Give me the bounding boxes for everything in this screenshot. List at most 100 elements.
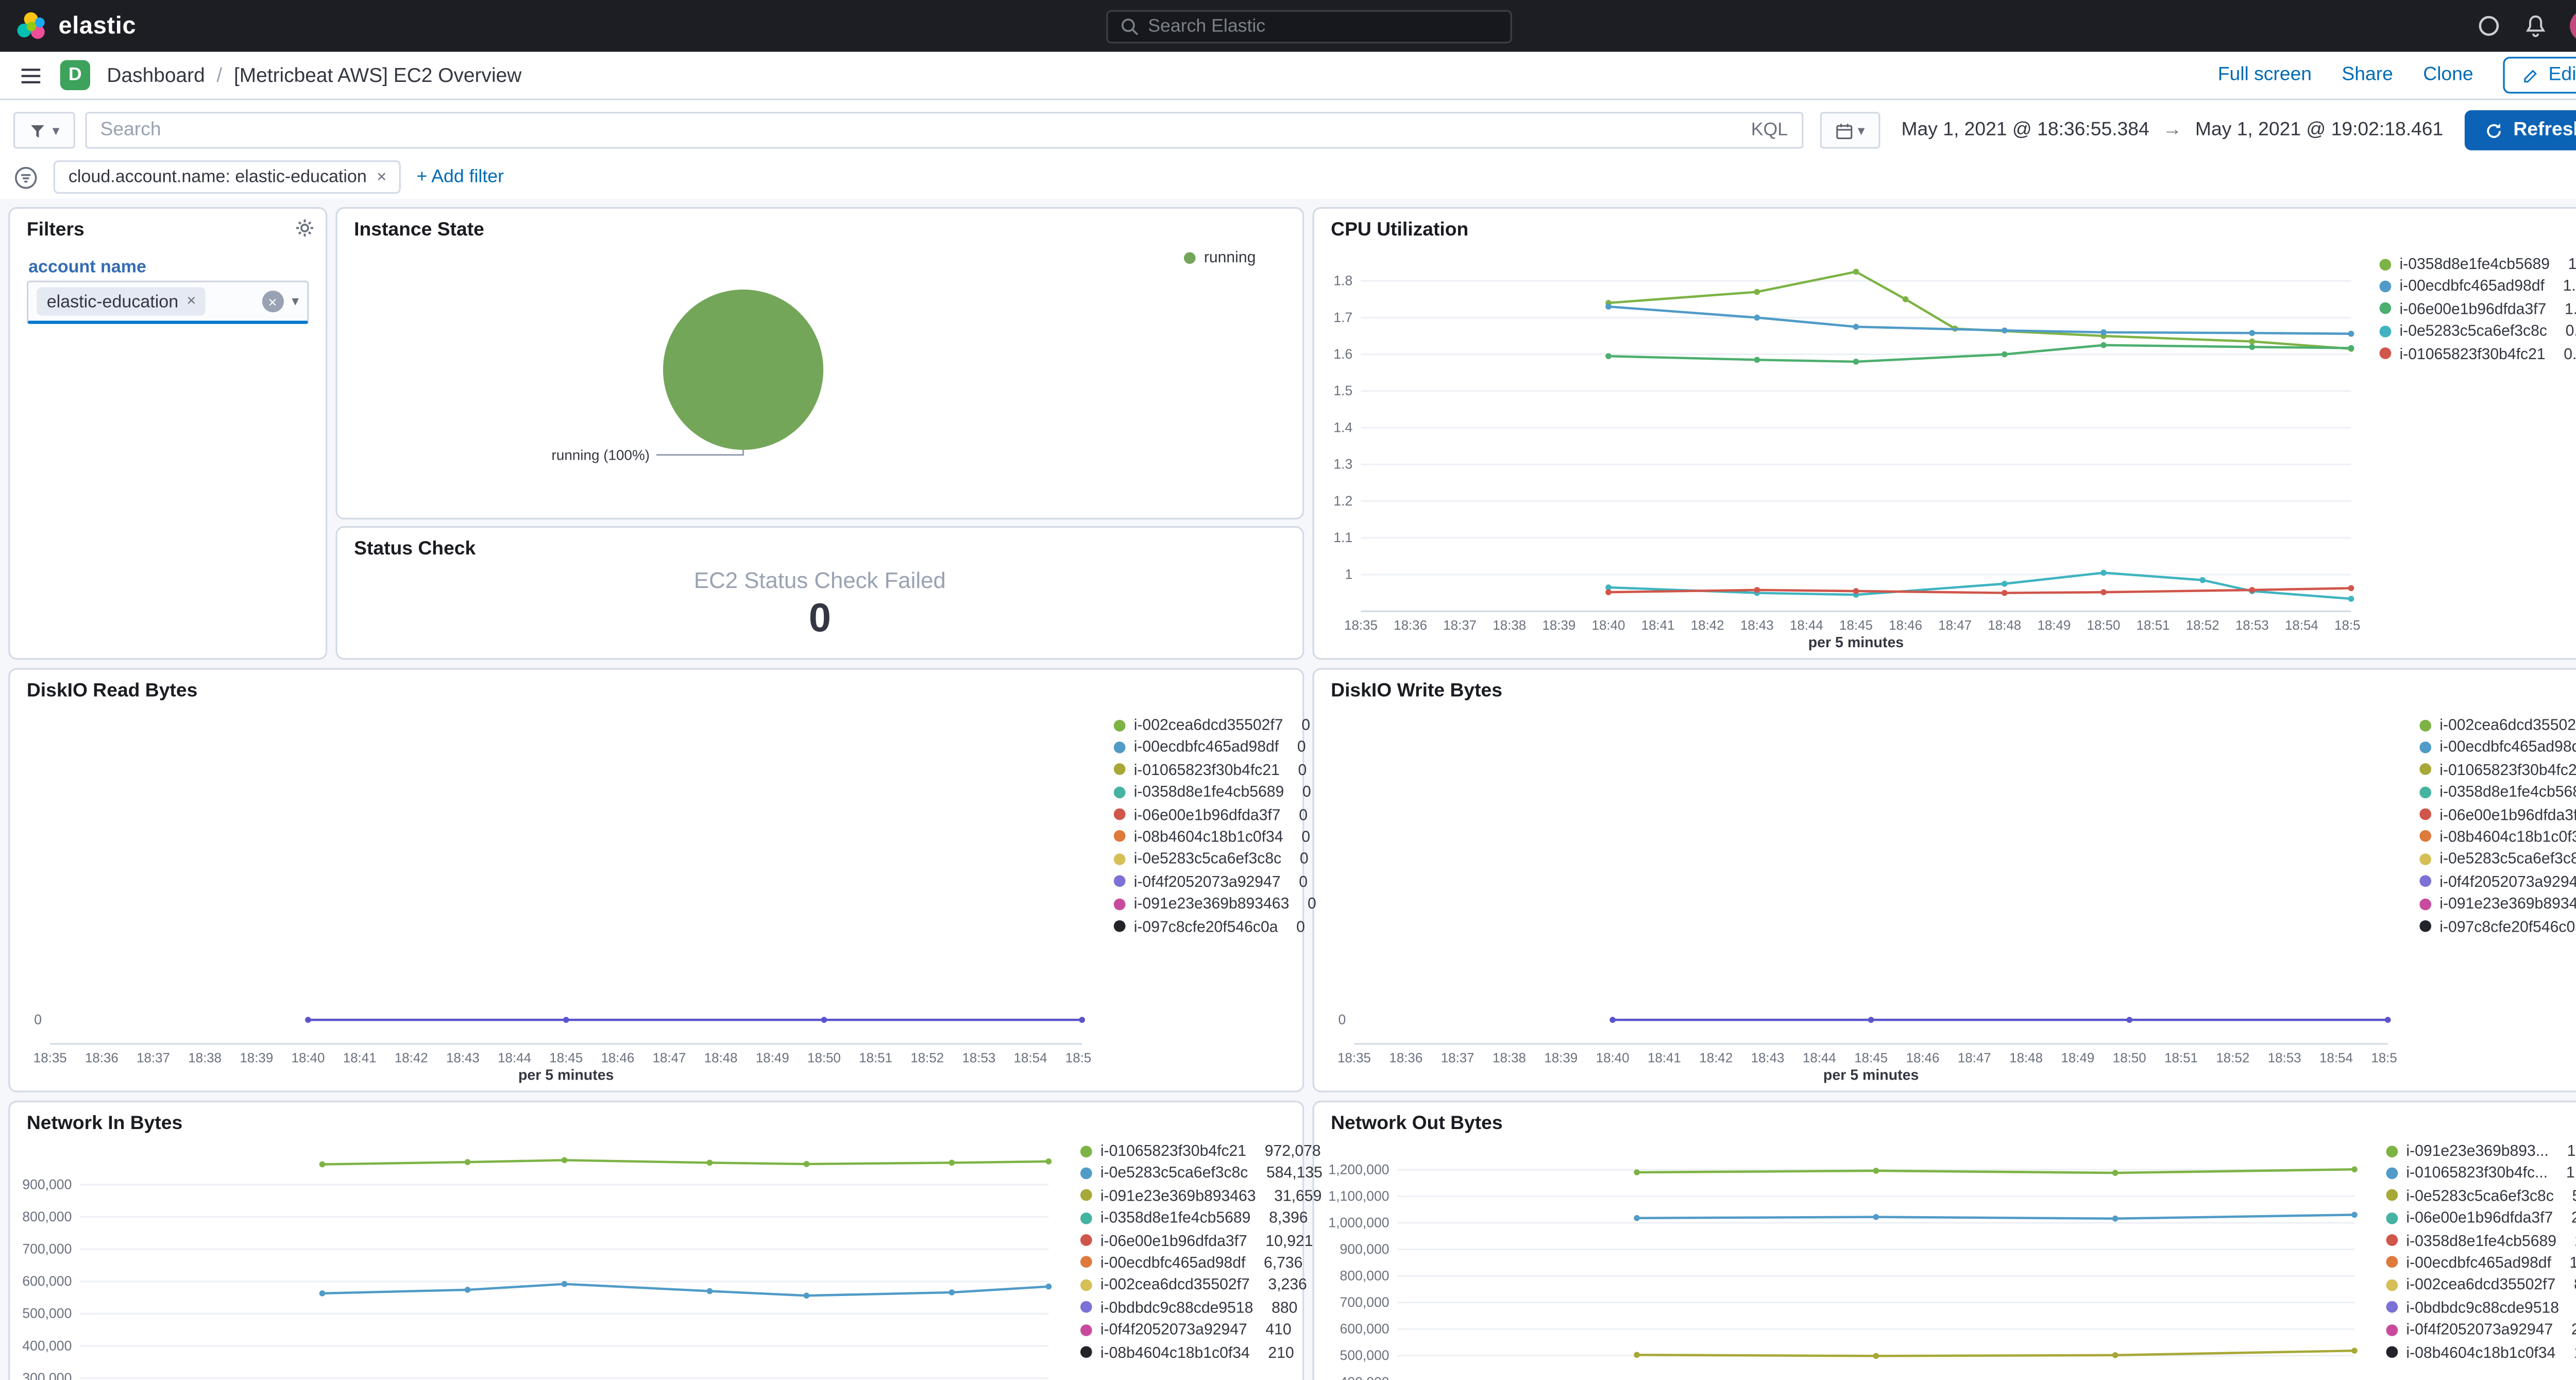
- legend-color-dot: [2379, 302, 2392, 315]
- svg-text:18:48: 18:48: [1988, 618, 2021, 633]
- legend-item[interactable]: i-097c8cfe20f546c0a0: [2419, 918, 2576, 934]
- deployment-icon[interactable]: [2477, 13, 2502, 39]
- app-header-bar: D Dashboard / [Metricbeat AWS] EC2 Overv…: [0, 52, 2576, 100]
- legend-item[interactable]: i-08b4604c18b1c0f340: [2419, 828, 2576, 845]
- saved-query-menu-button[interactable]: ▾: [13, 112, 75, 149]
- legend-item[interactable]: i-0f4f2052073a929470: [2419, 873, 2576, 890]
- cpu-utilization-chart[interactable]: 1 1.1 1.2 1.3 1.4 1.5 1.6 1.7 1.8 18:35 18:36 18:37…: [1317, 249, 2361, 655]
- legend-item[interactable]: i-01065823f30b4fc... 1,030,384: [2386, 1165, 2576, 1182]
- legend-item[interactable]: i-06e00e1b96dfda3f7 24,685: [2386, 1209, 2576, 1226]
- full-screen-link[interactable]: Full screen: [2218, 65, 2312, 85]
- filter-pill[interactable]: cloud.account.name: elastic-education ×: [53, 160, 402, 194]
- share-link[interactable]: Share: [2342, 65, 2393, 85]
- network-in-chart[interactable]: 300,000 400,000 500,000 600,000 700,000 800,0…: [13, 1142, 1059, 1380]
- legend-item[interactable]: i-091e23e369b893463 31,659: [1080, 1187, 1321, 1204]
- legend-item[interactable]: i-0e5283c5ca6ef3c8c 0.934: [2379, 323, 2576, 340]
- legend-item[interactable]: i-08b4604c18b1c0f34 210: [1080, 1344, 1294, 1360]
- kql-label[interactable]: KQL: [1751, 120, 1788, 140]
- legend-value: 22,498: [2565, 1232, 2576, 1249]
- legend-item[interactable]: i-002cea6dcd35502f7 3,236: [1080, 1276, 1307, 1293]
- account-name-combobox[interactable]: elastic-education × × ▾: [26, 280, 309, 324]
- remove-filter-icon[interactable]: ×: [377, 168, 386, 187]
- legend-item[interactable]: i-06e00e1b96dfda3f70: [1113, 806, 1308, 822]
- legend-color-dot: [1183, 251, 1196, 263]
- legend-item[interactable]: running: [1183, 249, 1287, 265]
- legend-item[interactable]: i-0bdbdc9c88cde9518 588: [2386, 1299, 2576, 1316]
- network-in-bytes-panel: Network In Bytes 300,000 400,000 500,000 60…: [8, 1100, 1323, 1380]
- legend-item[interactable]: i-002cea6dcd35502f7 8,779: [2386, 1276, 2576, 1293]
- legend-item[interactable]: i-0e5283c5ca6ef3c8c0: [1113, 851, 1309, 867]
- add-filter-link[interactable]: + Add filter: [417, 167, 504, 187]
- chevron-down-icon[interactable]: ▾: [292, 294, 299, 309]
- kql-search-input[interactable]: [100, 120, 1741, 141]
- legend-item[interactable]: i-097c8cfe20f546c0a0: [1113, 918, 1305, 934]
- menu-hamburger-icon[interactable]: [19, 63, 44, 88]
- filter-options-icon[interactable]: [13, 164, 39, 190]
- legend-item[interactable]: i-0e5283c5ca6ef3c8c 584,135: [1080, 1165, 1323, 1182]
- selected-option-tag[interactable]: elastic-education ×: [37, 287, 206, 316]
- legend-item[interactable]: i-01065823f30b4fc21 972,078: [1080, 1142, 1321, 1159]
- remove-option-icon[interactable]: ×: [187, 292, 196, 311]
- svg-text:18:48: 18:48: [2009, 1051, 2043, 1065]
- legend-item[interactable]: i-0f4f2052073a929470: [1113, 873, 1308, 890]
- legend-item[interactable]: i-08b4604c18b1c0f340: [1113, 828, 1310, 845]
- refresh-button[interactable]: Refresh: [2465, 110, 2576, 150]
- legend-item[interactable]: i-091e23e369b893... 1,201,252: [2386, 1142, 2576, 1159]
- legend-item[interactable]: i-06e00e1b96dfda3f7 1.617: [2379, 300, 2576, 317]
- clear-selection-icon[interactable]: ×: [261, 290, 284, 313]
- legend-item[interactable]: i-01065823f30b4fc21 0.963: [2379, 345, 2576, 362]
- svg-text:500,000: 500,000: [22, 1306, 72, 1321]
- date-picker-button[interactable]: ▾: [1819, 112, 1880, 149]
- diskio-read-chart[interactable]: 0 18:35 18:36 18:37 18:38 18:39 18:40 18:41 18:4…: [13, 710, 1092, 1087]
- svg-text:18:55: 18:55: [1065, 1051, 1092, 1065]
- legend-item[interactable]: i-002cea6dcd35502f70: [2419, 716, 2576, 733]
- legend-value: 1.615: [2568, 255, 2576, 273]
- svg-text:18:52: 18:52: [2186, 618, 2219, 633]
- diskio-write-chart[interactable]: 0 18:35 18:36 18:37 18:38 18:39 18:40 18:41 18:4…: [1317, 710, 2398, 1087]
- alerts-bell-icon[interactable]: [2523, 13, 2548, 39]
- svg-text:18:45: 18:45: [549, 1051, 583, 1065]
- svg-text:1.3: 1.3: [1333, 457, 1352, 472]
- legend-item[interactable]: i-00ecdbfc465ad98df 12,176: [2386, 1254, 2576, 1271]
- legend-item[interactable]: i-06e00e1b96dfda3f70: [2419, 806, 2576, 822]
- time-range[interactable]: May 1, 2021 @ 18:36:55.384 → May 1, 2021…: [1901, 120, 2443, 140]
- instance-state-pie-chart[interactable]: running (100%): [341, 249, 1299, 514]
- legend-item[interactable]: i-0358d8e1fe4cb56890: [2419, 784, 2576, 800]
- legend-item[interactable]: i-00ecdbfc465ad98df0: [2419, 739, 2576, 755]
- legend-item[interactable]: i-00ecdbfc465ad98df0: [1113, 739, 1306, 755]
- kql-search-box[interactable]: KQL: [85, 112, 1803, 149]
- legend-item[interactable]: i-00ecdbfc465ad98df 6,736: [1080, 1254, 1302, 1271]
- clone-link[interactable]: Clone: [2423, 65, 2473, 85]
- legend-item[interactable]: i-0f4f2052073a92947 410: [1080, 1321, 1292, 1338]
- legend-item[interactable]: i-01065823f30b4fc210: [1113, 761, 1307, 778]
- legend-item[interactable]: i-01065823f30b4fc210: [2419, 761, 2576, 778]
- legend-item[interactable]: i-091e23e369b8934630: [2419, 896, 2576, 912]
- legend-item[interactable]: i-0358d8e1fe4cb5689 1.615: [2379, 255, 2576, 273]
- search-icon: [1121, 18, 1139, 35]
- legend-item[interactable]: i-08b4604c18b1c0f34 196: [2386, 1344, 2576, 1360]
- legend-item[interactable]: i-06e00e1b96dfda3f7 10,921: [1080, 1232, 1313, 1249]
- elastic-logo[interactable]: elastic: [16, 11, 136, 41]
- time-range-start[interactable]: May 1, 2021 @ 18:36:55.384: [1901, 120, 2149, 140]
- legend-item[interactable]: i-0f4f2052073a92947 208: [2386, 1321, 2576, 1338]
- legend-color-dot: [1113, 876, 1126, 887]
- legend-item[interactable]: i-0e5283c5ca6ef3c8c0: [2419, 851, 2576, 867]
- svg-text:18:48: 18:48: [704, 1051, 738, 1065]
- legend-item[interactable]: i-0e5283c5ca6ef3c8c 518,768: [2386, 1187, 2576, 1204]
- edit-button[interactable]: Edit: [2503, 57, 2576, 94]
- legend-item[interactable]: i-091e23e369b8934630: [1113, 896, 1316, 912]
- legend-item[interactable]: i-0358d8e1fe4cb5689 8,396: [1080, 1209, 1308, 1226]
- legend-item[interactable]: i-002cea6dcd35502f70: [1113, 716, 1310, 733]
- legend-item[interactable]: i-0bdbdc9c88cde9518 880: [1080, 1299, 1297, 1316]
- user-avatar[interactable]: m: [2570, 10, 2576, 42]
- svg-text:18:52: 18:52: [2216, 1051, 2249, 1065]
- global-search-input[interactable]: [1148, 15, 1499, 36]
- legend-item[interactable]: i-00ecdbfc465ad98df 1.656: [2379, 278, 2576, 295]
- time-range-end[interactable]: May 1, 2021 @ 19:02:18.461: [2195, 120, 2443, 140]
- legend-item[interactable]: i-0358d8e1fe4cb5689 22,498: [2386, 1232, 2576, 1249]
- global-search[interactable]: [1106, 9, 1512, 43]
- breadcrumb-app[interactable]: Dashboard: [107, 63, 205, 87]
- panel-options-gear-icon[interactable]: [294, 217, 315, 239]
- legend-item[interactable]: i-0358d8e1fe4cb56890: [1113, 784, 1311, 800]
- network-out-chart[interactable]: 400,000 500,000 600,000 700,000 800,000 900,0…: [1317, 1142, 2364, 1380]
